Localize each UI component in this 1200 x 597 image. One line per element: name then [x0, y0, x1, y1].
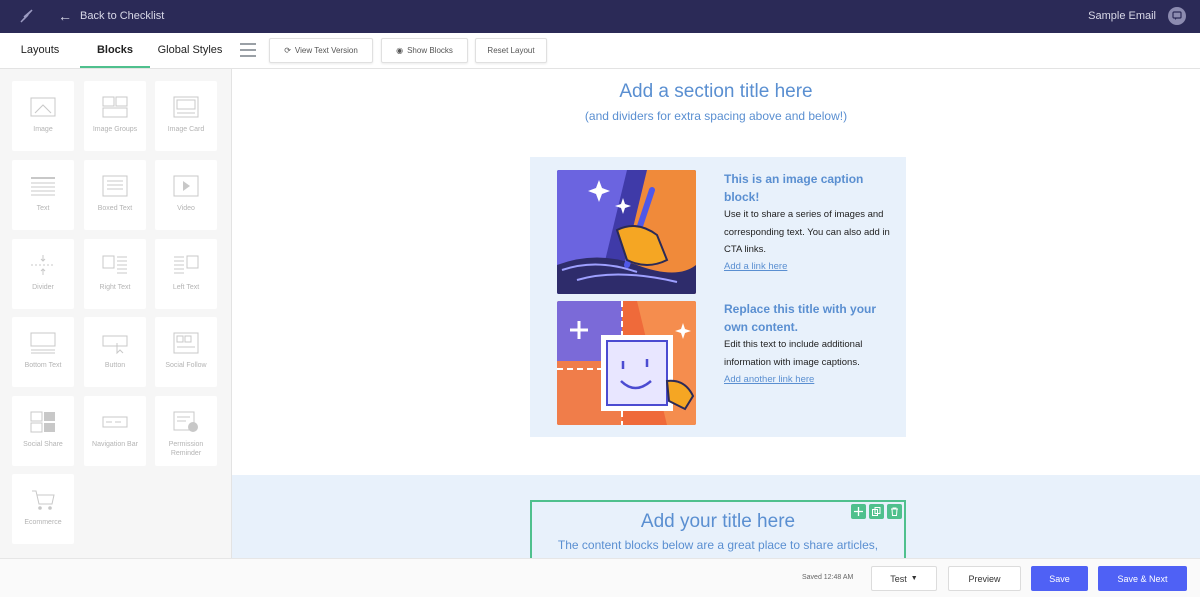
email-name: Sample Email — [1088, 10, 1156, 22]
image-groups-icon — [102, 96, 128, 118]
footer-bar: Saved 12:48 AM Test ▼ Preview Save Save … — [0, 558, 1200, 597]
selected-title-block[interactable]: Add your title here The content blocks b… — [530, 500, 906, 560]
tab-layouts[interactable]: Layouts — [12, 33, 68, 68]
show-blocks-button[interactable]: ◉ Show Blocks — [381, 38, 468, 63]
feather-logo-icon[interactable] — [18, 7, 36, 25]
block-ecommerce[interactable]: Ecommerce — [12, 474, 74, 544]
caret-down-icon: ▼ — [910, 575, 918, 582]
reset-layout-button[interactable]: Reset Layout — [475, 38, 547, 63]
hamburger-icon[interactable] — [240, 43, 256, 57]
back-to-checklist-link[interactable]: Back to Checklist — [80, 10, 164, 22]
caption-image-1[interactable] — [557, 170, 696, 294]
permission-reminder-icon — [173, 411, 198, 432]
show-blocks-label: Show Blocks — [407, 46, 453, 55]
email-canvas[interactable]: Add a section title here (and dividers f… — [232, 69, 1200, 560]
tab-blocks[interactable]: Blocks — [80, 33, 150, 68]
preview-button[interactable]: Preview — [948, 566, 1021, 591]
navigation-bar-icon — [102, 416, 128, 428]
image-caption-block[interactable]: This is an image caption block! Use it t… — [530, 157, 906, 437]
section-subtitle[interactable]: (and dividers for extra spacing above an… — [232, 109, 1200, 123]
block-permission-reminder[interactable]: Permission Reminder — [155, 396, 217, 466]
save-button[interactable]: Save — [1031, 566, 1088, 591]
chat-icon[interactable] — [1168, 7, 1186, 25]
test-dropdown-button[interactable]: Test ▼ — [871, 566, 937, 591]
test-label: Test — [890, 573, 907, 584]
reset-layout-label: Reset Layout — [487, 46, 535, 55]
block-social-share[interactable]: Social Share — [12, 396, 74, 466]
block-left-text[interactable]: Left Text — [155, 239, 217, 309]
content-body[interactable]: The content blocks below are a great pla… — [532, 538, 904, 552]
image-card-icon — [173, 96, 199, 118]
save-and-next-button[interactable]: Save & Next — [1098, 566, 1187, 591]
block-social-follow[interactable]: Social Follow — [155, 317, 217, 387]
blocks-sidebar: Image Image Groups Image Card Text Boxed… — [0, 69, 232, 558]
canvas-toolbar: ⟳ View Text Version ◉ Show Blocks Reset … — [232, 33, 1200, 69]
block-video[interactable]: Video — [155, 160, 217, 230]
block-divider[interactable]: Divider — [12, 239, 74, 309]
text-icon — [31, 177, 55, 196]
cart-icon — [32, 490, 55, 510]
right-text-icon — [102, 255, 127, 274]
button-icon — [102, 335, 128, 355]
social-share-icon — [30, 411, 55, 433]
caption-image-2[interactable] — [557, 301, 696, 425]
view-text-version-button[interactable]: ⟳ View Text Version — [269, 38, 373, 63]
boxed-text-icon — [102, 175, 128, 197]
view-text-version-label: View Text Version — [294, 46, 358, 55]
refresh-icon: ⟳ — [284, 46, 291, 55]
caption-1-title[interactable]: This is an image caption block! — [724, 170, 894, 206]
caption-1-link[interactable]: Add a link here — [724, 261, 787, 272]
block-boxed-text[interactable]: Boxed Text — [84, 160, 146, 230]
image-icon — [30, 97, 56, 117]
block-image[interactable]: Image — [12, 81, 74, 151]
caption-2-body[interactable]: Edit this text to include additional inf… — [724, 336, 899, 371]
saved-status: Saved 12:48 AM — [802, 574, 854, 581]
section-title[interactable]: Add a section title here — [232, 81, 1200, 103]
video-icon — [173, 175, 199, 197]
content-section-band: Add your title here The content blocks b… — [232, 475, 1200, 560]
caption-2-link[interactable]: Add another link here — [724, 374, 814, 385]
left-text-icon — [174, 255, 199, 274]
block-navigation-bar[interactable]: Navigation Bar — [84, 396, 146, 466]
social-follow-icon — [173, 332, 199, 354]
block-right-text[interactable]: Right Text — [84, 239, 146, 309]
block-image-card[interactable]: Image Card — [155, 81, 217, 151]
block-bottom-text[interactable]: Bottom Text — [12, 317, 74, 387]
content-title[interactable]: Add your title here — [532, 511, 904, 533]
caption-1-body[interactable]: Use it to share a series of images and c… — [724, 206, 899, 259]
left-panel-tabs: Layouts Blocks Global Styles — [0, 33, 232, 69]
bottom-text-icon — [30, 332, 56, 354]
block-button[interactable]: Button — [84, 317, 146, 387]
tab-global-styles[interactable]: Global Styles — [156, 33, 224, 68]
block-text[interactable]: Text — [12, 160, 74, 230]
divider-icon — [31, 255, 55, 275]
eye-icon: ◉ — [396, 46, 404, 55]
caption-2-title[interactable]: Replace this title with your own content… — [724, 300, 899, 336]
block-image-groups[interactable]: Image Groups — [84, 81, 146, 151]
back-arrow-icon[interactable]: ← — [58, 8, 72, 24]
top-bar: ← Back to Checklist Sample Email — [0, 0, 1200, 33]
